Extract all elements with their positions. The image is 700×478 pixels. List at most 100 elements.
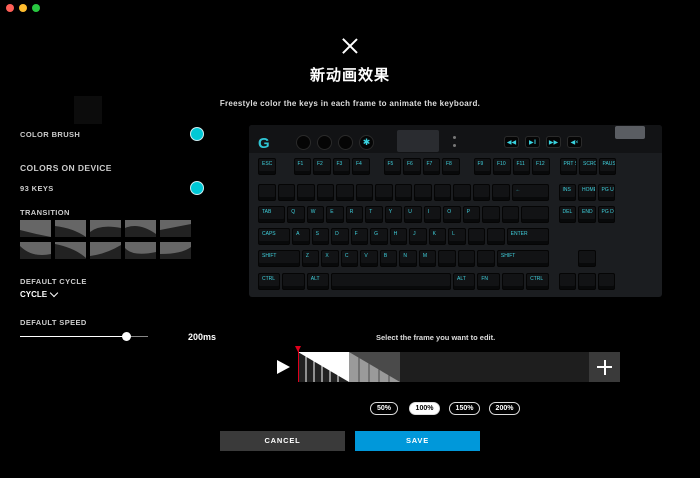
keyboard-key[interactable] xyxy=(277,184,295,201)
keyboard-key[interactable] xyxy=(578,273,596,290)
close-icon[interactable] xyxy=(340,36,360,56)
minimize-window-button[interactable] xyxy=(19,4,27,12)
frame-thumbnail-1[interactable] xyxy=(298,352,349,382)
keyboard-key[interactable] xyxy=(433,184,451,201)
keyboard-key[interactable] xyxy=(414,184,432,201)
keyboard-key[interactable]: PRT SC xyxy=(559,158,577,175)
play-icon[interactable] xyxy=(277,360,290,374)
keyboard-key[interactable]: T xyxy=(365,206,383,223)
next-track-icon[interactable]: ▶▶ xyxy=(546,136,561,148)
g-key-button[interactable] xyxy=(338,135,353,150)
keyboard-key[interactable] xyxy=(375,184,393,201)
transition-option[interactable] xyxy=(160,220,191,237)
keyboard-key[interactable] xyxy=(597,273,615,290)
keyboard-key[interactable] xyxy=(457,250,476,267)
keyboard-key[interactable]: F6 xyxy=(403,158,421,175)
zoom-100[interactable]: 100% xyxy=(409,402,440,415)
keyboard-key[interactable] xyxy=(472,184,490,201)
cycle-dropdown[interactable]: CYCLE xyxy=(20,288,59,299)
keyboard-key[interactable]: F4 xyxy=(352,158,370,175)
keyboard-key[interactable]: Q xyxy=(287,206,305,223)
transition-option[interactable] xyxy=(90,220,121,237)
keyboard-key[interactable] xyxy=(467,228,486,245)
keyboard-key[interactable] xyxy=(558,273,576,290)
keyboard-key[interactable] xyxy=(578,250,596,267)
keyboard-key[interactable] xyxy=(258,184,276,201)
keyboard-key[interactable]: PG UP xyxy=(597,184,615,201)
keyboard-key[interactable]: F8 xyxy=(442,158,460,175)
keyboard-key[interactable]: Z xyxy=(301,250,320,267)
transition-option[interactable] xyxy=(160,242,191,259)
keyboard-key[interactable] xyxy=(331,273,451,290)
keyboard-key[interactable]: V xyxy=(360,250,378,267)
keyboard-key[interactable]: ALT xyxy=(306,273,330,290)
keyboard-key[interactable]: F2 xyxy=(313,158,331,175)
volume-roller[interactable] xyxy=(615,126,645,139)
keyboard-key[interactable]: PG DN xyxy=(597,206,615,223)
keyboard-key[interactable]: ESC xyxy=(258,158,276,175)
keyboard-key[interactable]: W xyxy=(306,206,325,223)
keyboard-key[interactable] xyxy=(477,250,495,267)
color-brush-swatch[interactable] xyxy=(190,127,204,141)
keyboard-key[interactable]: END xyxy=(578,206,596,223)
keyboard-key[interactable]: F7 xyxy=(422,158,440,175)
playhead-marker[interactable] xyxy=(295,346,301,352)
keyboard-key[interactable] xyxy=(453,184,471,201)
g-key-button[interactable] xyxy=(296,135,311,150)
previous-track-icon[interactable]: ◀◀ xyxy=(504,136,519,148)
g-key-button[interactable] xyxy=(317,135,332,150)
keyboard-key[interactable]: J xyxy=(409,228,427,245)
lightness-icon[interactable]: ✱ xyxy=(359,135,374,150)
keyboard-key[interactable]: I xyxy=(423,206,442,223)
keyboard-key[interactable]: INS xyxy=(558,184,576,201)
keyboard-key[interactable]: H xyxy=(389,228,408,245)
keyboard-key[interactable]: L xyxy=(448,228,466,245)
play-pause-icon[interactable]: ▶‖ xyxy=(525,136,540,148)
keyboard-key[interactable]: G xyxy=(370,228,388,245)
add-frame-button[interactable] xyxy=(589,352,620,382)
keyboard-key[interactable]: E xyxy=(326,206,344,223)
keyboard-key[interactable]: F10 xyxy=(493,158,511,175)
keyboard-key[interactable]: F5 xyxy=(383,158,401,175)
keyboard-key[interactable]: C xyxy=(340,250,359,267)
transition-option[interactable] xyxy=(55,220,86,237)
keyboard-key[interactable] xyxy=(336,184,354,201)
keyboard-key[interactable]: P xyxy=(462,206,481,223)
keyboard-key[interactable]: A xyxy=(292,228,310,245)
keyboard-key[interactable]: F11 xyxy=(512,158,530,175)
keyboard-key[interactable] xyxy=(394,184,412,201)
keyboard-key[interactable]: D xyxy=(331,228,349,245)
keyboard-key[interactable] xyxy=(355,184,373,201)
keyboard-key[interactable]: F12 xyxy=(532,158,550,175)
keyboard-key[interactable]: B xyxy=(379,250,398,267)
keyboard-key[interactable]: O xyxy=(443,206,461,223)
keyboard-key[interactable]: S xyxy=(311,228,330,245)
keyboard-key[interactable]: DEL xyxy=(558,206,576,223)
keyboard-key[interactable] xyxy=(487,228,505,245)
save-button[interactable]: SAVE xyxy=(355,431,480,451)
keyboard-key[interactable] xyxy=(492,184,510,201)
close-window-button[interactable] xyxy=(6,4,14,12)
transition-option[interactable] xyxy=(90,242,121,259)
keyboard-key[interactable]: R xyxy=(345,206,364,223)
keyboard-key[interactable]: FN xyxy=(477,273,500,290)
transition-option[interactable] xyxy=(20,220,51,237)
zoom-50[interactable]: 50% xyxy=(370,402,398,415)
zoom-200[interactable]: 200% xyxy=(489,402,520,415)
keyboard-key[interactable]: TAB xyxy=(258,206,286,223)
keyboard-key[interactable]: HOME xyxy=(578,184,596,201)
keyboard-key[interactable]: SCROLL xyxy=(579,158,597,175)
frame-thumbnail-2[interactable] xyxy=(349,352,400,382)
keyboard-key[interactable] xyxy=(282,273,305,290)
keyboard-key[interactable]: ENTER xyxy=(506,228,549,245)
cancel-button[interactable]: CANCEL xyxy=(220,431,345,451)
keyboard-key[interactable] xyxy=(521,206,549,223)
keyboard-key[interactable]: Y xyxy=(384,206,403,223)
speed-slider-thumb[interactable] xyxy=(122,332,131,341)
zoom-150[interactable]: 150% xyxy=(449,402,480,415)
transition-option[interactable] xyxy=(20,242,51,259)
keyboard-key[interactable]: CAPS xyxy=(258,228,291,245)
keyboard-key[interactable]: CTRL xyxy=(258,273,281,290)
maximize-window-button[interactable] xyxy=(32,4,40,12)
keyboard-key[interactable] xyxy=(482,206,500,223)
